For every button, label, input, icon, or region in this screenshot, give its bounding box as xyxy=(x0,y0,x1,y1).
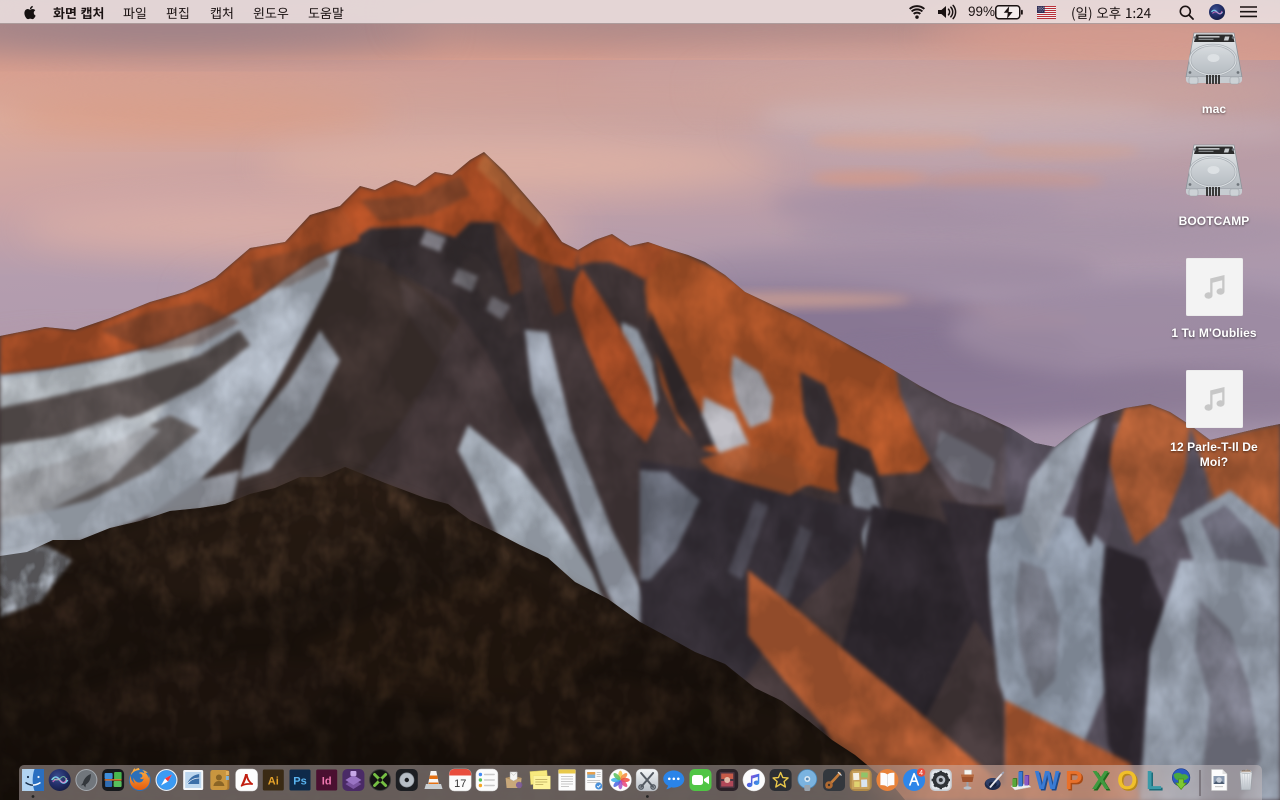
svg-text:W: W xyxy=(1035,765,1060,795)
svg-text:Id: Id xyxy=(322,776,332,788)
svg-text:Ai: Ai xyxy=(268,776,279,788)
svg-text:L: L xyxy=(1146,765,1162,795)
svg-text:P: P xyxy=(1065,765,1082,795)
svg-text:4: 4 xyxy=(919,770,923,777)
svg-text:X: X xyxy=(1092,765,1110,795)
svg-text:17: 17 xyxy=(454,778,466,790)
svg-text:O: O xyxy=(1117,765,1137,795)
svg-text:Ps: Ps xyxy=(293,776,306,788)
